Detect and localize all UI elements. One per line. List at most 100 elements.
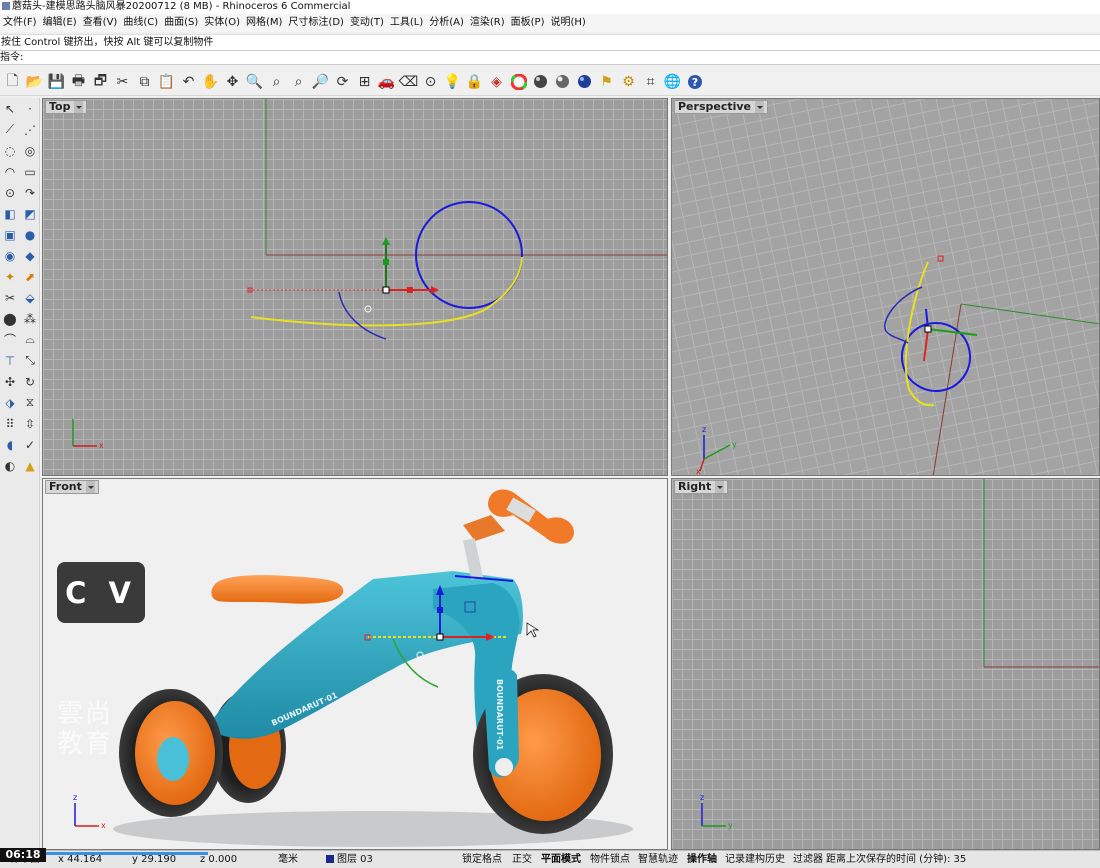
chamfer-icon[interactable]: ⌓ <box>20 329 40 350</box>
menu-surface[interactable]: 曲面(S) <box>161 14 201 32</box>
menu-render[interactable]: 渲染(R) <box>467 14 508 32</box>
four-viewports-icon[interactable]: ⊞ <box>354 71 375 92</box>
transform-icon[interactable]: ⌗ <box>640 71 661 92</box>
paint-icon[interactable]: ◈ <box>486 71 507 92</box>
menu-help[interactable]: 说明(H) <box>548 14 589 32</box>
menu-solid[interactable]: 实体(O) <box>201 14 243 32</box>
viewport-title-front[interactable]: Front <box>45 480 99 494</box>
help-icon[interactable]: ? <box>684 71 705 92</box>
select-icon[interactable]: ↖ <box>0 98 20 119</box>
ellipse-icon[interactable]: ◎ <box>20 140 40 161</box>
open-icon[interactable]: 📂 <box>24 71 45 92</box>
flag-icon[interactable]: ⚑ <box>596 71 617 92</box>
warning-icon[interactable]: ▲ <box>20 455 40 476</box>
toggle-smarttrack[interactable]: 智慧轨迹 <box>638 851 678 868</box>
move-icon[interactable]: ✣ <box>0 371 20 392</box>
solid-sphere-icon[interactable]: ● <box>20 224 40 245</box>
gumball-y-scale[interactable] <box>383 259 389 265</box>
sphere-icon[interactable] <box>530 71 551 92</box>
grid-icon[interactable]: ⊙ <box>420 71 441 92</box>
toggle-record-history[interactable]: 记录建构历史 <box>725 851 785 868</box>
right-viewport-canvas[interactable]: z y <box>672 479 1100 850</box>
material-icon[interactable]: ◖ <box>0 434 20 455</box>
box-icon[interactable]: ▣ <box>0 224 20 245</box>
toggle-gumball[interactable]: 操作轴 <box>687 851 717 868</box>
command-input[interactable] <box>25 52 426 63</box>
mirror-icon[interactable]: ⧖ <box>20 392 40 413</box>
rotate-icon[interactable]: ↻ <box>20 371 40 392</box>
viewport-top[interactable]: x Top <box>42 98 668 476</box>
gumball-icon[interactable]: ⬈ <box>20 266 40 287</box>
car-icon[interactable]: 🚗 <box>376 71 397 92</box>
viewport-perspective[interactable]: z y x Perspective <box>671 98 1100 476</box>
circle-icon[interactable]: ◌ <box>0 140 20 161</box>
gumball-z-scale[interactable] <box>437 607 443 613</box>
video-progress-bar[interactable] <box>46 852 208 855</box>
toggle-planar[interactable]: 平面模式 <box>541 851 581 868</box>
boolean-icon[interactable]: ✦ <box>0 266 20 287</box>
cut-icon[interactable]: ✂ <box>112 71 133 92</box>
pan-icon[interactable]: ✋ <box>200 71 221 92</box>
explode-icon[interactable]: ⁂ <box>20 308 40 329</box>
gumball-x-arrow[interactable] <box>923 328 929 362</box>
toggle-ortho[interactable]: 正交 <box>512 851 532 868</box>
zoom-icon[interactable]: 🔍 <box>244 71 265 92</box>
toggle-osnap[interactable]: 物件锁点 <box>590 851 630 868</box>
menu-mesh[interactable]: 网格(M) <box>243 14 285 32</box>
polyline-icon[interactable]: ⟋ <box>0 119 20 140</box>
zoom-extents-icon[interactable]: ⌕ <box>288 71 309 92</box>
analyze-icon[interactable]: ◐ <box>0 455 20 476</box>
print-icon[interactable]: 🖶 <box>68 71 89 92</box>
check-icon[interactable]: ✓ <box>20 434 40 455</box>
viewport-front[interactable]: BOUNDARUT·01 BOUNDARUT·01 z x C V 雲尚 教育 … <box>42 478 668 850</box>
light-icon[interactable]: 💡 <box>442 71 463 92</box>
rotate-view-icon[interactable]: ⟳ <box>332 71 353 92</box>
extrude-icon[interactable]: ◆ <box>20 245 40 266</box>
gumball-y-head[interactable] <box>382 237 390 245</box>
menu-dimension[interactable]: 尺寸标注(D) <box>285 14 347 32</box>
offset-icon[interactable]: ⊤ <box>0 350 20 371</box>
menu-file[interactable]: 文件(F) <box>0 14 40 32</box>
fillet-icon[interactable]: ⌒ <box>0 329 20 350</box>
control-point[interactable] <box>937 255 944 262</box>
polygon-icon[interactable]: ⊙ <box>0 182 20 203</box>
gumball-x-head[interactable] <box>431 286 439 294</box>
copy-icon[interactable]: ⧉ <box>134 71 155 92</box>
eraser-icon[interactable]: ⌫ <box>398 71 419 92</box>
surface-icon[interactable]: ◧ <box>0 203 20 224</box>
rectangle-icon[interactable]: ▭ <box>20 161 40 182</box>
gumball-x-scale[interactable] <box>407 287 413 293</box>
join-icon[interactable]: ⬤ <box>0 308 20 329</box>
curve-points-icon[interactable]: ⋰ <box>20 119 40 140</box>
point-icon[interactable]: · <box>20 98 40 119</box>
viewport-menu-icon[interactable] <box>85 481 95 493</box>
shaded-sphere-icon[interactable] <box>552 71 573 92</box>
zoom-window-icon[interactable]: ⌕ <box>266 71 287 92</box>
gear-icon[interactable]: ⚙ <box>618 71 639 92</box>
top-viewport-canvas[interactable]: x <box>43 99 668 476</box>
scale-icon[interactable]: ⬗ <box>0 392 20 413</box>
menu-tools[interactable]: 工具(L) <box>387 14 426 32</box>
trim-icon[interactable]: ✂ <box>0 287 20 308</box>
menu-transform[interactable]: 变动(T) <box>347 14 387 32</box>
viewport-title-top[interactable]: Top <box>45 100 88 114</box>
perspective-viewport-canvas[interactable]: z y x <box>672 99 1100 476</box>
zoom-selected-icon[interactable]: 🔎 <box>310 71 331 92</box>
paste-icon[interactable]: 📋 <box>156 71 177 92</box>
grid-array-icon[interactable]: ⠿ <box>0 413 20 434</box>
gumball-origin[interactable] <box>436 633 444 641</box>
save-icon[interactable]: 💾 <box>46 71 67 92</box>
menu-curve[interactable]: 曲线(C) <box>120 14 161 32</box>
free-curve-icon[interactable]: ↷ <box>20 182 40 203</box>
viewport-right[interactable]: z y Right <box>671 478 1100 850</box>
surface-edge-icon[interactable]: ◩ <box>20 203 40 224</box>
menu-edit[interactable]: 编辑(E) <box>40 14 80 32</box>
render-sphere-icon[interactable] <box>574 71 595 92</box>
move-view-icon[interactable]: ✥ <box>222 71 243 92</box>
import-icon[interactable]: 🗗 <box>90 71 111 92</box>
arc-curve[interactable] <box>338 291 387 340</box>
split-icon[interactable]: ⬙ <box>20 287 40 308</box>
arc-icon[interactable]: ◠ <box>0 161 20 182</box>
undo-icon[interactable]: ↶ <box>178 71 199 92</box>
gumball-y-arrow[interactable] <box>927 328 978 336</box>
